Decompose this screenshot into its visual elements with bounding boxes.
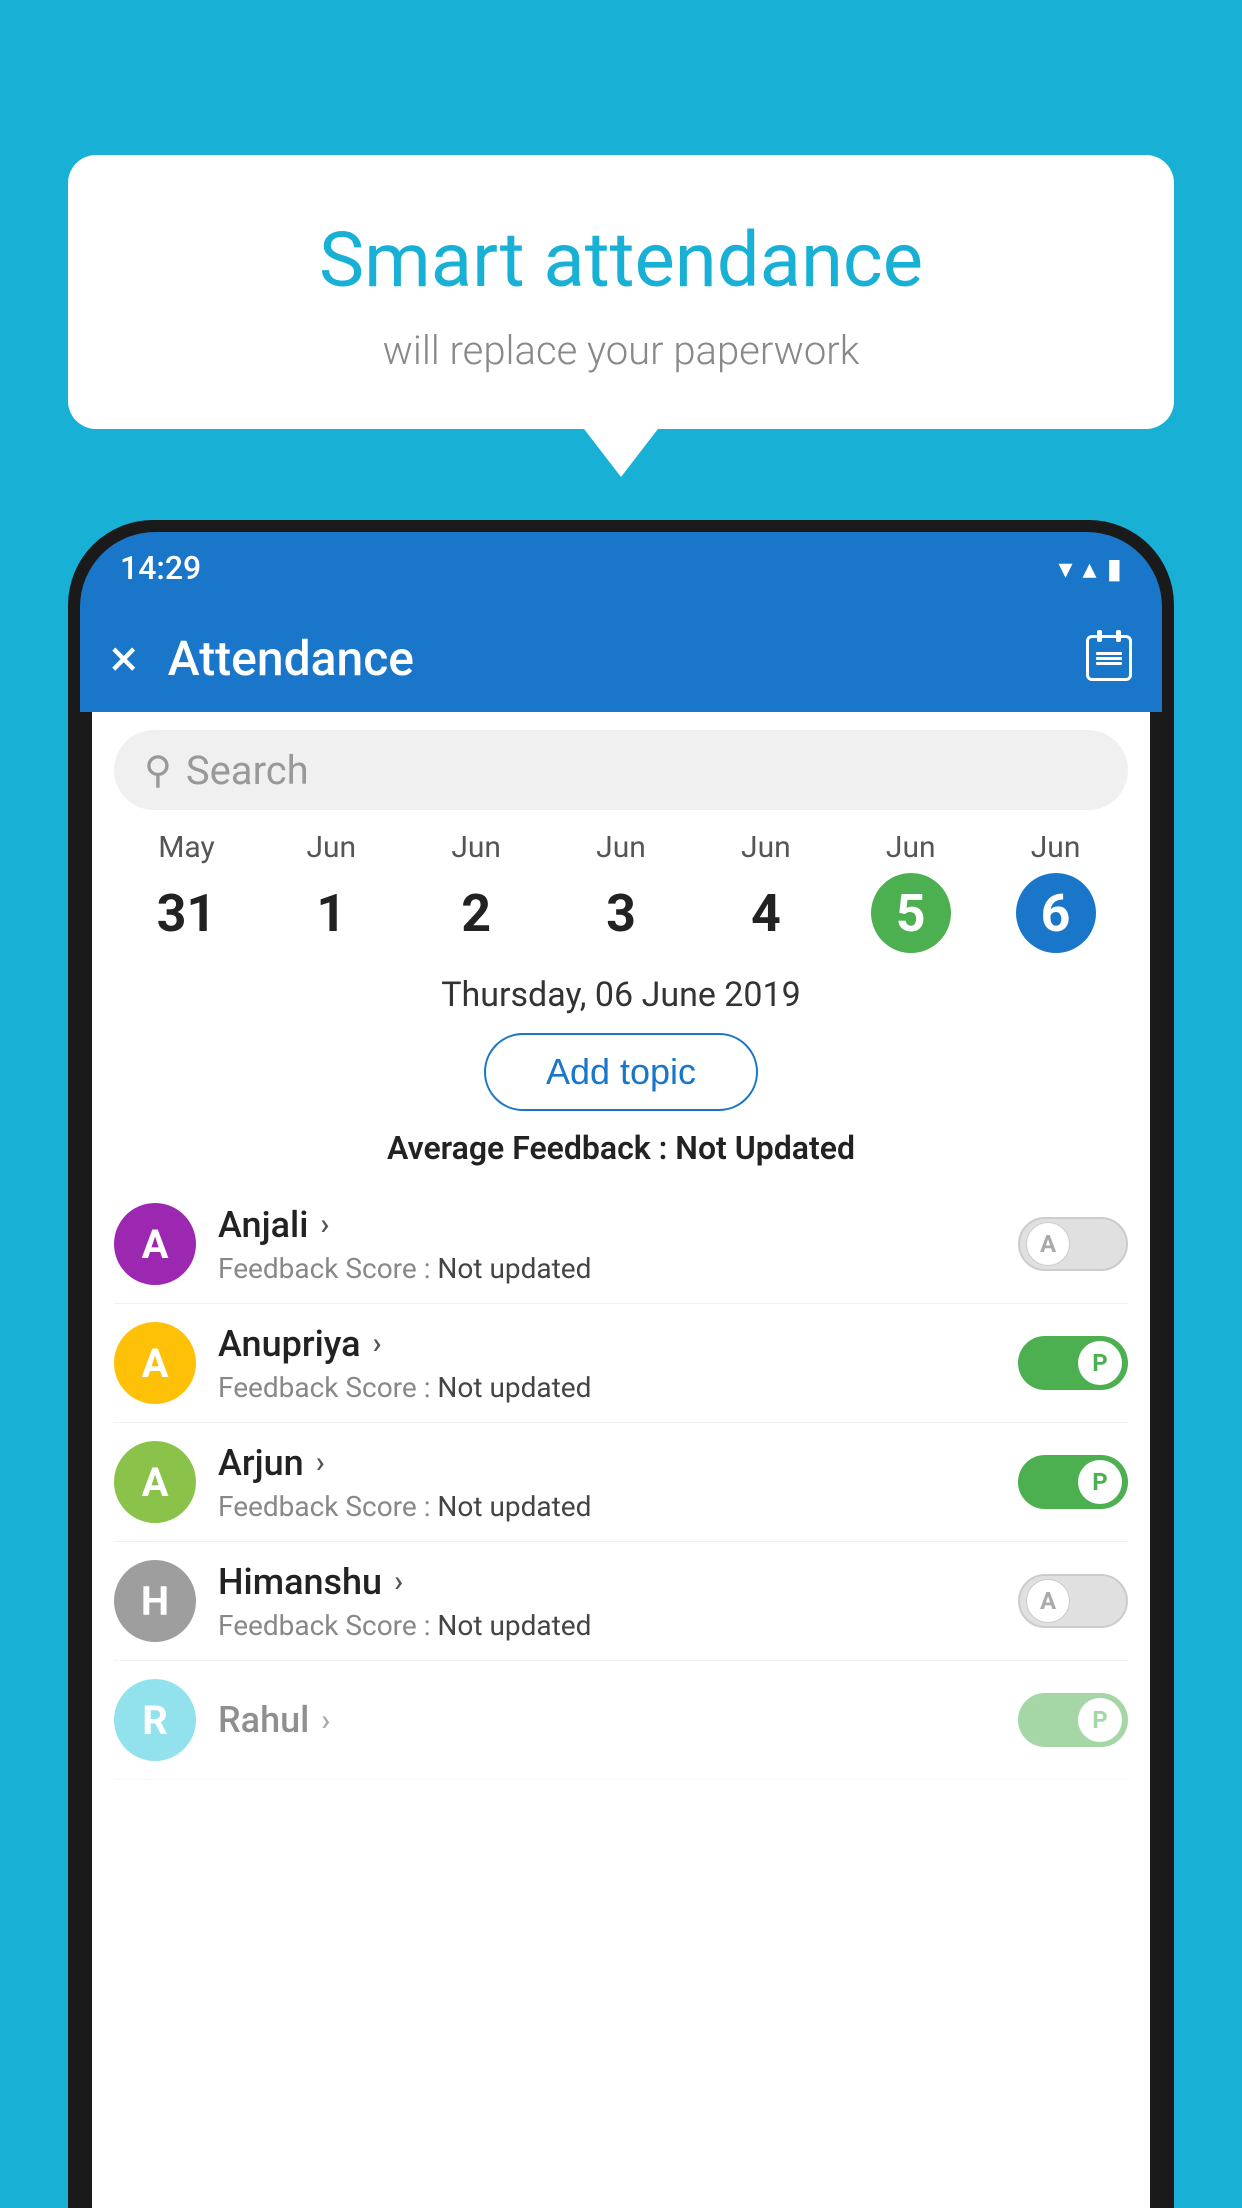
selected-date-label: Thursday, 06 June 2019 [92,975,1150,1015]
attendance-toggle[interactable]: A [1018,1217,1128,1271]
search-placeholder: Search [186,747,309,794]
student-feedback: Feedback Score : Not updated [218,1371,996,1404]
table-row[interactable]: A Anjali › Feedback Score : Not updated … [114,1185,1128,1304]
student-name: Rahul › [218,1699,996,1741]
student-name: Anjali › [218,1204,996,1246]
close-button[interactable]: × [110,628,138,689]
date-item-jun4[interactable]: Jun 4 [693,830,838,953]
chevron-right-icon: › [316,1445,325,1480]
wifi-icon: ▾ [1058,552,1072,585]
speech-bubble: Smart attendance will replace your paper… [68,155,1174,429]
calendar-icon[interactable] [1086,635,1132,681]
status-time: 14:29 [120,549,201,587]
avg-feedback: Average Feedback : Not Updated [92,1129,1150,1167]
app-bar: × Attendance [80,604,1162,712]
student-info: Himanshu › Feedback Score : Not updated [218,1561,996,1642]
phone-frame: 14:29 ▾ ▴ ▮ × Attendance ⚲ [68,520,1174,2208]
add-topic-button[interactable]: Add topic [484,1033,758,1111]
phone-inner: 14:29 ▾ ▴ ▮ × Attendance ⚲ [80,532,1162,2208]
avatar: A [114,1203,196,1285]
student-info: Anupriya › Feedback Score : Not updated [218,1323,996,1404]
student-list: A Anjali › Feedback Score : Not updated … [92,1185,1150,1780]
table-row[interactable]: A Arjun › Feedback Score : Not updated P [114,1423,1128,1542]
speech-bubble-subtitle: will replace your paperwork [138,327,1104,374]
avg-feedback-label: Average Feedback : [387,1129,667,1167]
avatar: R [114,1679,196,1761]
student-name: Anupriya › [218,1323,996,1365]
chevron-right-icon: › [321,1703,330,1738]
search-bar[interactable]: ⚲ Search [114,730,1128,810]
battery-icon: ▮ [1107,552,1122,585]
speech-bubble-title: Smart attendance [138,215,1104,305]
search-icon: ⚲ [144,748,172,793]
date-item-jun3[interactable]: Jun 3 [549,830,694,953]
date-item-jun1[interactable]: Jun 1 [259,830,404,953]
table-row[interactable]: R Rahul › P [114,1661,1128,1780]
date-item-may31[interactable]: May 31 [114,830,259,953]
date-item-jun5[interactable]: Jun 5 [838,830,983,953]
toggle-knob: A [1026,1579,1070,1623]
student-feedback: Feedback Score : Not updated [218,1609,996,1642]
student-name: Himanshu › [218,1561,996,1603]
chevron-right-icon: › [394,1564,403,1599]
toggle-knob: A [1026,1222,1070,1266]
avatar: H [114,1560,196,1642]
student-info: Arjun › Feedback Score : Not updated [218,1442,996,1523]
student-name: Arjun › [218,1442,996,1484]
student-info: Anjali › Feedback Score : Not updated [218,1204,996,1285]
student-feedback: Feedback Score : Not updated [218,1490,996,1523]
student-feedback: Feedback Score : Not updated [218,1252,996,1285]
chevron-right-icon: › [320,1207,329,1242]
avatar: A [114,1322,196,1404]
date-strip: May 31 Jun 1 Jun 2 Jun 3 Jun 4 [92,820,1150,953]
status-icons: ▾ ▴ ▮ [1058,552,1122,585]
attendance-toggle[interactable]: P [1018,1455,1128,1509]
attendance-toggle[interactable]: P [1018,1693,1128,1747]
toggle-knob: P [1078,1698,1122,1742]
table-row[interactable]: H Himanshu › Feedback Score : Not update… [114,1542,1128,1661]
status-bar: 14:29 ▾ ▴ ▮ [80,532,1162,604]
avatar: A [114,1441,196,1523]
chevron-right-icon: › [373,1326,382,1361]
toggle-knob: P [1078,1460,1122,1504]
app-bar-title: Attendance [168,630,1056,687]
screen-content: ⚲ Search May 31 Jun 1 Jun 2 Jun [92,712,1150,2208]
table-row[interactable]: A Anupriya › Feedback Score : Not update… [114,1304,1128,1423]
attendance-toggle[interactable]: A [1018,1574,1128,1628]
attendance-toggle[interactable]: P [1018,1336,1128,1390]
date-item-jun2[interactable]: Jun 2 [404,830,549,953]
toggle-knob: P [1078,1341,1122,1385]
student-info: Rahul › [218,1699,996,1741]
date-item-jun6[interactable]: Jun 6 [983,830,1128,953]
avg-feedback-value: Not Updated [675,1129,855,1167]
signal-icon: ▴ [1083,552,1097,585]
